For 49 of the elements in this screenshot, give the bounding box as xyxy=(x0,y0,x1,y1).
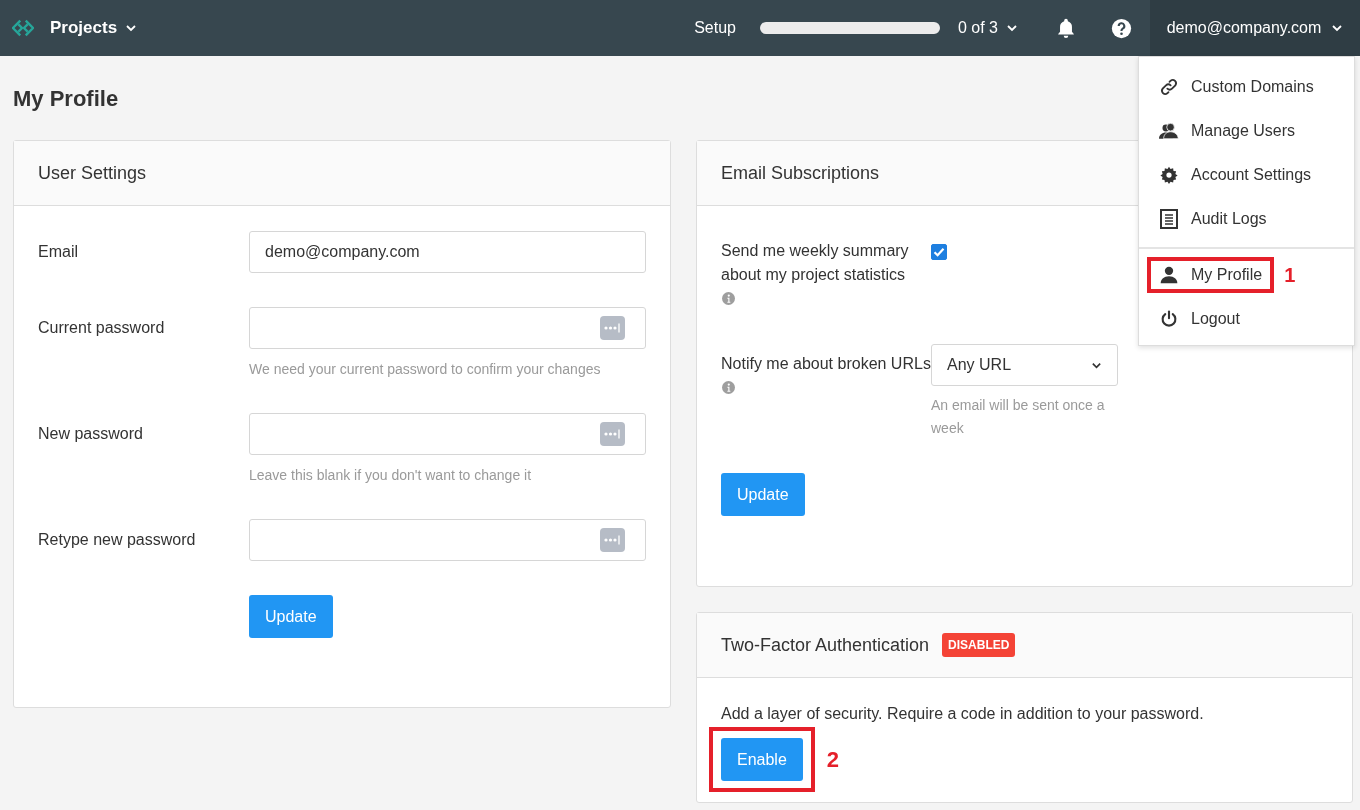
password-field[interactable] xyxy=(249,413,646,455)
menu-item[interactable]: Manage Users xyxy=(1159,121,1296,141)
document-icon xyxy=(1159,209,1179,229)
field-hint: We need your current password to confirm your changes xyxy=(249,360,602,379)
callout-number: 2 xyxy=(826,746,840,773)
field-label: Email xyxy=(38,242,79,262)
menu-item[interactable]: My Profile xyxy=(1159,265,1263,285)
menu-item[interactable]: Account Settings xyxy=(1159,166,1312,184)
caret-icon xyxy=(125,22,138,34)
setting-label: Send me weekly summary about my project statistics xyxy=(721,242,909,283)
callout-number: 1 xyxy=(1284,263,1296,287)
setup-label: Setup xyxy=(694,19,736,37)
user-menu[interactable]: demo@company.com xyxy=(1150,0,1360,56)
caret-icon xyxy=(1331,22,1344,34)
card-title: User Settings xyxy=(38,162,147,184)
info-icon[interactable] xyxy=(722,381,735,394)
password-field[interactable] xyxy=(249,307,646,349)
field-label: Retype new password xyxy=(38,530,197,550)
description-text: Add a layer of security. Require a code in addition to your password. xyxy=(721,704,1205,724)
setup-steps-menu[interactable]: 0 of 3 xyxy=(957,19,1018,37)
users-icon xyxy=(1159,121,1179,141)
user-icon xyxy=(1159,265,1179,285)
password-dots-icon[interactable] xyxy=(600,528,625,552)
status-badge: DISABLED xyxy=(942,633,1016,657)
menu-item[interactable]: Audit Logs xyxy=(1159,209,1267,229)
field-label: New password xyxy=(38,424,144,444)
power-icon xyxy=(1159,310,1179,328)
card-title: Two-Factor Authentication xyxy=(721,634,930,656)
menu-item[interactable]: Custom Domains xyxy=(1159,77,1314,97)
setting-label: Notify me about broken URLs xyxy=(721,355,931,372)
card-title: Email Subscriptions xyxy=(721,162,880,184)
field-hint: An email will be sent once a week xyxy=(931,396,1106,438)
caret-icon xyxy=(1006,22,1018,34)
field-label: Current password xyxy=(38,318,166,338)
menu-item[interactable]: Logout xyxy=(1159,310,1240,328)
info-icon[interactable] xyxy=(722,292,735,305)
page-title: My Profile xyxy=(13,86,119,110)
password-field[interactable] xyxy=(249,519,646,561)
password-dots-icon[interactable] xyxy=(600,422,625,446)
projects-menu[interactable]: Projects xyxy=(50,18,138,38)
email-field[interactable]: demo@company.com xyxy=(249,231,646,273)
logo-icon[interactable] xyxy=(12,17,34,39)
help-icon[interactable] xyxy=(1111,17,1132,39)
password-dots-icon[interactable] xyxy=(600,316,625,340)
settings-icon xyxy=(1159,166,1179,184)
checkbox[interactable] xyxy=(931,244,947,260)
url-select[interactable]: Any URL xyxy=(931,344,1118,386)
link-icon xyxy=(1159,77,1179,97)
field-hint: Leave this blank if you don't want to change it xyxy=(249,466,533,485)
